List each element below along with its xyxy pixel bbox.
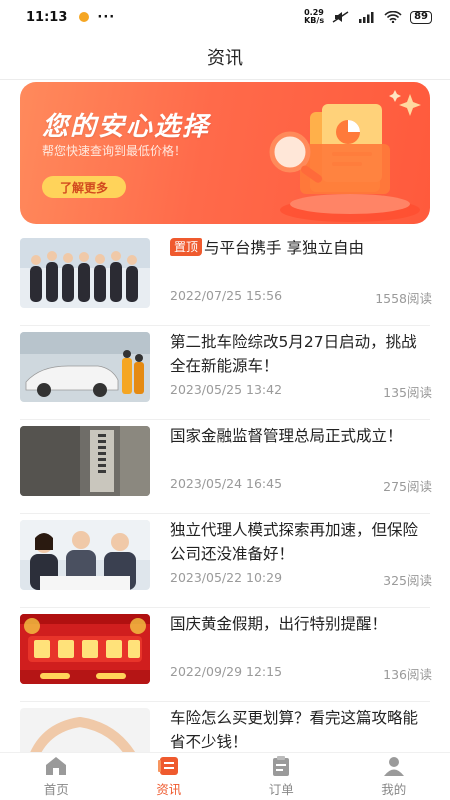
news-thumbnail (20, 614, 150, 684)
mute-icon (332, 11, 349, 23)
tab-label: 资讯 (156, 782, 182, 797)
learn-more-button[interactable]: 了解更多 (42, 176, 126, 198)
status-time: 11:13 (26, 9, 68, 25)
news-reads: 135阅读 (383, 385, 432, 400)
news-item[interactable]: 国庆黄金假期，出行特别提醒！ 2022/09/29 12:15 136阅读 (20, 608, 432, 702)
tab-orders[interactable]: 订单 (225, 753, 338, 800)
cellular-signal-icon (359, 12, 374, 23)
news-title: 独立代理人模式探索再加速，但保险公司还没准备好！ (170, 521, 419, 563)
status-left: 11:13 ··· (26, 10, 115, 25)
page-title: 资讯 (207, 47, 243, 69)
network-speed: 0.29 KB/s (304, 9, 324, 25)
news-title: 置顶 与平台携手 享独立自由 (170, 236, 432, 260)
news-date: 2023/05/25 13:42 (170, 382, 283, 397)
news-title: 国家金融监督管理总局正式成立！ (170, 427, 403, 445)
news-reads: 1558阅读 (375, 291, 432, 306)
news-reads: 136阅读 (383, 667, 432, 682)
news-date: 2023/05/22 10:29 (170, 570, 283, 585)
news-item[interactable]: 独立代理人模式探索再加速，但保险公司还没准备好！ 2023/05/22 10:2… (20, 514, 432, 608)
news-thumbnail (20, 332, 150, 402)
status-right: 0.29 KB/s 89 (304, 9, 432, 25)
page-header: 资讯 (0, 34, 450, 80)
home-icon (46, 757, 67, 775)
news-item[interactable]: 国家金融监督管理总局正式成立！ 2023/05/24 16:45 275阅读 (20, 420, 432, 514)
more-dots: ··· (97, 9, 116, 25)
tab-label: 订单 (268, 782, 294, 797)
news-item[interactable]: 第二批车险综改5月27日启动，挑战全在新能源车！ 2023/05/25 13:4… (20, 326, 432, 420)
news-title: 国庆黄金假期，出行特别提醒！ (170, 615, 388, 633)
banner-subtitle: 帮您快速查询到最低价格！ (42, 144, 187, 158)
tab-label: 首页 (43, 782, 69, 797)
news-title: 第二批车险综改5月27日启动，挑战全在新能源车！ (170, 333, 417, 375)
news-reads: 275阅读 (383, 479, 432, 494)
news-thumbnail (20, 426, 150, 496)
tab-profile[interactable]: 我的 (338, 753, 450, 800)
tab-home[interactable]: 首页 (0, 753, 113, 800)
speed-unit: KB/s (304, 16, 325, 25)
battery-indicator: 89 (410, 10, 432, 24)
news-thumbnail (20, 520, 150, 590)
clipboard-icon (273, 756, 290, 776)
news-date: 2023/05/24 16:45 (170, 476, 283, 491)
news-date: 2022/09/29 12:15 (170, 664, 283, 679)
bottom-tab-bar: 首页 资讯 订单 我的 (0, 752, 450, 800)
news-meta: 2022/07/25 15:56 1558阅读 (170, 288, 432, 307)
news-meta: 2023/05/25 13:42 135阅读 (170, 382, 432, 401)
news-icon (157, 757, 178, 775)
status-bar: 11:13 ··· 0.29 KB/s 89 (0, 0, 450, 34)
tab-news[interactable]: 资讯 (113, 753, 226, 800)
tab-label: 我的 (381, 782, 407, 797)
news-title-text: 与平台携手 享独立自由 (204, 239, 364, 257)
person-icon (383, 757, 404, 776)
folder-search-illustration (269, 90, 421, 222)
moon-icon (79, 12, 90, 22)
news-meta: 2023/05/22 10:29 325阅读 (170, 570, 432, 589)
news-reads: 325阅读 (383, 573, 432, 588)
news-item[interactable]: 置顶 与平台携手 享独立自由 2022/07/25 15:56 1558阅读 (20, 232, 432, 326)
news-date: 2022/07/25 15:56 (170, 288, 283, 303)
promo-banner[interactable]: 您的安心选择 帮您快速查询到最低价格！ 了解更多 (20, 82, 430, 224)
news-meta: 2022/09/29 12:15 136阅读 (170, 664, 432, 683)
news-thumbnail (20, 238, 150, 308)
wifi-icon (384, 11, 402, 23)
pinned-badge: 置顶 (170, 238, 203, 256)
news-title: 车险怎么买更划算？看完这篇攻略能省不少钱！ (170, 709, 419, 751)
news-meta: 2023/05/24 16:45 275阅读 (170, 476, 432, 495)
banner-title: 您的安心选择 (42, 112, 211, 142)
